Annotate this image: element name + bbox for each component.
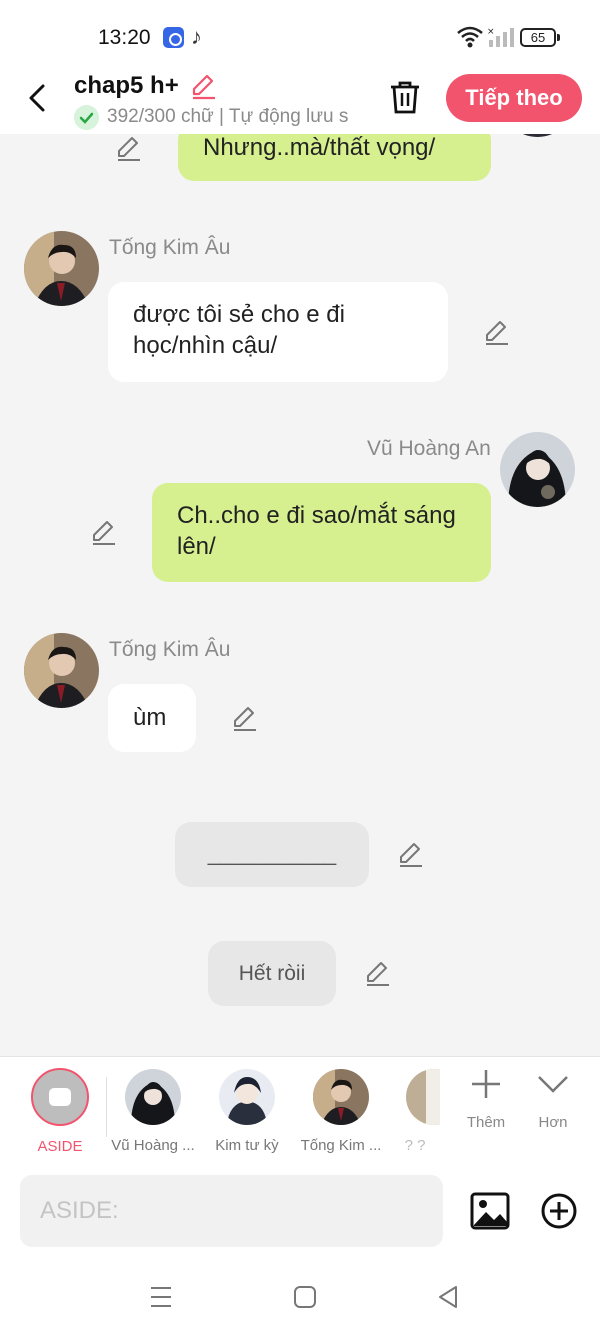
avatar[interactable] <box>24 633 99 708</box>
message-bubble[interactable]: ùm <box>108 684 196 752</box>
message-text: ___________ <box>207 843 337 866</box>
edit-message-icon[interactable] <box>363 959 391 987</box>
saved-check-icon <box>74 105 99 130</box>
word-count-status: 392/300 chữ | Tự động lưu s <box>107 106 349 127</box>
avatar[interactable] <box>24 231 99 306</box>
signal-icon: × <box>487 27 514 47</box>
character-label: Vũ Hoàng ... <box>111 1137 195 1154</box>
aside-icon <box>31 1068 89 1126</box>
message-input[interactable] <box>20 1175 443 1247</box>
image-icon[interactable] <box>470 1192 510 1230</box>
message-bubble[interactable]: Ch..cho e đi sao/mắt sáng lên/ <box>152 483 491 582</box>
edit-title-icon[interactable] <box>189 72 217 100</box>
svg-text:×: × <box>487 27 495 37</box>
avatar <box>406 1069 440 1125</box>
menu-icon[interactable] <box>148 1284 174 1310</box>
speaker-name: Tống Kim Âu <box>109 236 231 259</box>
character-selector: ASIDE Vũ Hoàng ... Kim tư kỳ Tống Kim ..… <box>0 1056 600 1166</box>
character-unknown[interactable]: ? ? <box>390 1065 440 1160</box>
avatar[interactable] <box>500 134 575 137</box>
add-icon[interactable] <box>540 1192 578 1230</box>
plus-icon <box>472 1070 500 1098</box>
more-label: Hơn <box>538 1114 568 1131</box>
back-nav-icon[interactable] <box>435 1284 461 1310</box>
message-text: Nhưng..mà/thất vọng/ <box>203 134 436 161</box>
message-text: Ch..cho e đi sao/mắt sáng lên/ <box>177 502 456 560</box>
status-bar: 13:20 ♪ × 65 <box>0 0 600 70</box>
speaker-name: Vũ Hoàng An <box>367 437 491 460</box>
character-label: Tống Kim ... <box>300 1137 382 1154</box>
more-button[interactable]: Hơn <box>523 1067 583 1131</box>
avatar <box>219 1069 275 1125</box>
edit-message-icon[interactable] <box>114 134 142 162</box>
chevron-down-icon <box>538 1076 568 1093</box>
character-vu-hoang-an[interactable]: Vũ Hoàng ... <box>108 1065 198 1160</box>
status-time: 13:20 <box>98 26 151 49</box>
avatar <box>125 1069 181 1125</box>
message-text: ùm <box>133 704 167 731</box>
avatar <box>313 1069 369 1125</box>
page-title: chap5 h+ <box>74 72 179 99</box>
message-bubble[interactable]: Nhưng..mà/thất vọng/ <box>178 134 491 181</box>
character-label: ? ? <box>404 1137 426 1154</box>
back-icon[interactable] <box>18 78 58 118</box>
divider <box>106 1077 107 1137</box>
chat-area[interactable]: Nhưng..mà/thất vọng/ Tống Kim Âu được tô… <box>0 134 600 1056</box>
wifi-icon <box>457 26 483 48</box>
character-kim-tu-ky[interactable]: Kim tư kỳ <box>202 1065 292 1160</box>
message-text: Hết ròii <box>238 962 306 985</box>
add-character-button[interactable]: Thêm <box>456 1067 516 1131</box>
edit-message-icon[interactable] <box>396 840 424 868</box>
edit-message-icon[interactable] <box>482 318 510 346</box>
avatar[interactable] <box>500 432 575 507</box>
character-tong-kim-au[interactable]: Tống Kim ... <box>296 1065 386 1160</box>
trash-icon[interactable] <box>386 78 424 116</box>
narration-bubble[interactable]: Hết ròii <box>208 941 336 1006</box>
character-label: ASIDE <box>37 1138 83 1155</box>
home-icon[interactable] <box>292 1284 318 1310</box>
system-nav-bar <box>0 1260 600 1333</box>
narration-bubble[interactable]: ___________ <box>175 822 369 887</box>
add-label: Thêm <box>466 1114 506 1131</box>
speaker-name: Tống Kim Âu <box>109 638 231 661</box>
character-aside[interactable]: ASIDE <box>15 1065 105 1160</box>
message-text: được tôi sẻ cho e đi học/nhìn cậu/ <box>133 301 345 359</box>
edit-message-icon[interactable] <box>230 704 258 732</box>
hotspot-app-icon <box>163 27 184 48</box>
message-bubble[interactable]: được tôi sẻ cho e đi học/nhìn cậu/ <box>108 282 448 382</box>
header: chap5 h+ 392/300 chữ | Tự động lưu s Tiế… <box>0 70 600 134</box>
battery-indicator: 65 <box>520 28 560 47</box>
next-button[interactable]: Tiếp theo <box>446 74 582 122</box>
tiktok-icon: ♪ <box>191 24 202 49</box>
edit-message-icon[interactable] <box>89 518 117 546</box>
character-label: Kim tư kỳ <box>215 1137 279 1154</box>
composer <box>0 1166 600 1260</box>
